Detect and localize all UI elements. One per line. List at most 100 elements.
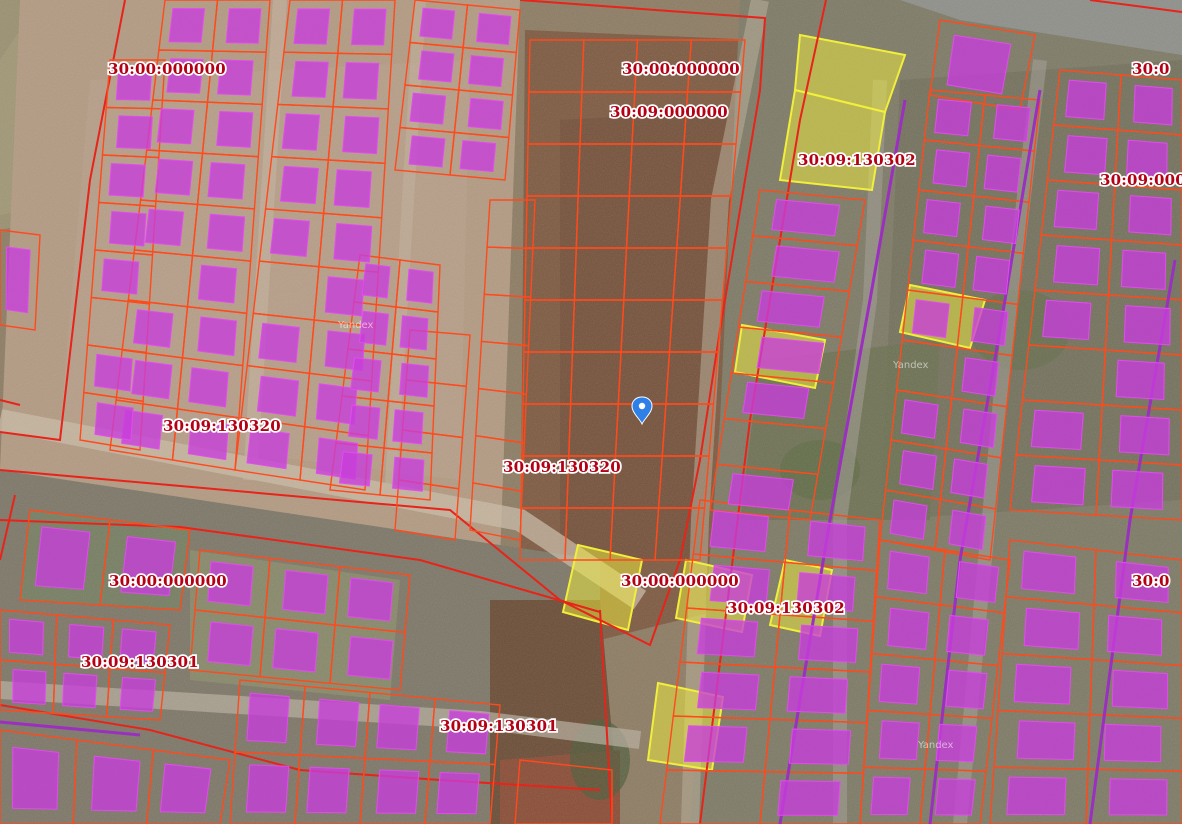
building[interactable]: [338, 451, 373, 487]
building[interactable]: [8, 618, 44, 656]
building[interactable]: [12, 668, 47, 705]
building[interactable]: [108, 162, 146, 198]
building[interactable]: [347, 636, 394, 680]
building[interactable]: [798, 624, 859, 664]
building[interactable]: [409, 92, 447, 125]
building[interactable]: [1128, 195, 1172, 236]
cadastral-label[interactable]: 30:00:000000: [620, 58, 741, 80]
building[interactable]: [108, 210, 147, 247]
building[interactable]: [154, 158, 194, 196]
building[interactable]: [34, 526, 91, 590]
building[interactable]: [418, 50, 455, 83]
building[interactable]: [900, 399, 939, 439]
building[interactable]: [408, 135, 446, 168]
building[interactable]: [1006, 776, 1067, 816]
building[interactable]: [970, 307, 1009, 347]
building[interactable]: [272, 628, 319, 673]
building[interactable]: [788, 728, 852, 765]
building[interactable]: [207, 162, 246, 200]
building[interactable]: [350, 357, 382, 393]
cadastral-map[interactable]: 30:00:000000 30:00:000000 30:09:000000 3…: [0, 0, 1182, 824]
cadastral-label[interactable]: 30:09:130301: [438, 715, 559, 737]
building[interactable]: [1016, 720, 1076, 761]
building[interactable]: [5, 246, 31, 314]
building[interactable]: [807, 520, 866, 562]
building[interactable]: [683, 725, 748, 763]
building[interactable]: [468, 55, 504, 88]
building[interactable]: [436, 771, 480, 815]
building[interactable]: [899, 450, 937, 490]
building[interactable]: [1115, 359, 1165, 401]
building[interactable]: [246, 692, 290, 744]
building[interactable]: [1118, 415, 1170, 456]
building[interactable]: [955, 561, 1000, 604]
building[interactable]: [281, 113, 321, 151]
building[interactable]: [1021, 550, 1077, 595]
building[interactable]: [406, 268, 434, 304]
building[interactable]: [376, 704, 420, 751]
building[interactable]: [225, 8, 262, 44]
building[interactable]: [1042, 299, 1092, 341]
building[interactable]: [742, 381, 810, 420]
building[interactable]: [392, 456, 425, 492]
building[interactable]: [950, 458, 989, 499]
building[interactable]: [207, 621, 254, 667]
building[interactable]: [93, 353, 133, 392]
building[interactable]: [948, 509, 987, 551]
building[interactable]: [347, 404, 381, 440]
building[interactable]: [1111, 669, 1169, 710]
building[interactable]: [282, 569, 329, 615]
building[interactable]: [197, 316, 238, 357]
building[interactable]: [1103, 723, 1162, 763]
building[interactable]: [168, 7, 206, 43]
building[interactable]: [878, 663, 921, 705]
building[interactable]: [1030, 409, 1084, 451]
cadastral-label[interactable]: 30:0: [1130, 570, 1171, 592]
building[interactable]: [1065, 79, 1107, 121]
building[interactable]: [1031, 465, 1086, 506]
building[interactable]: [777, 780, 841, 816]
building[interactable]: [727, 473, 794, 511]
building[interactable]: [1133, 84, 1173, 126]
building[interactable]: [333, 169, 372, 209]
cadastral-label[interactable]: 30:09:000000: [608, 101, 729, 123]
building[interactable]: [756, 290, 825, 328]
building[interactable]: [1123, 305, 1171, 346]
building[interactable]: [476, 12, 512, 46]
building[interactable]: [101, 258, 140, 295]
building[interactable]: [279, 165, 319, 205]
building[interactable]: [131, 359, 173, 400]
building[interactable]: [94, 402, 134, 441]
building[interactable]: [245, 764, 290, 813]
building[interactable]: [206, 213, 246, 252]
building[interactable]: [1110, 469, 1164, 511]
building[interactable]: [156, 108, 195, 145]
building[interactable]: [324, 276, 365, 317]
building[interactable]: [467, 97, 504, 131]
building[interactable]: [993, 104, 1031, 143]
building[interactable]: [62, 672, 98, 709]
building[interactable]: [375, 769, 420, 814]
building[interactable]: [946, 614, 989, 656]
building[interactable]: [459, 140, 497, 173]
building[interactable]: [959, 408, 998, 449]
building[interactable]: [132, 309, 174, 348]
building[interactable]: [269, 218, 310, 257]
cadastral-label[interactable]: 30:00:000000: [107, 570, 228, 592]
building[interactable]: [361, 263, 391, 299]
building[interactable]: [350, 8, 387, 46]
building[interactable]: [116, 115, 153, 150]
building[interactable]: [159, 763, 212, 814]
building[interactable]: [119, 676, 156, 712]
building[interactable]: [392, 409, 424, 445]
cadastral-label[interactable]: 30:09:130302: [796, 149, 917, 171]
cadastral-label[interactable]: 30:0: [1130, 58, 1171, 80]
building[interactable]: [756, 336, 825, 375]
building[interactable]: [786, 676, 849, 714]
building[interactable]: [1120, 249, 1167, 291]
cadastral-label[interactable]: 30:09:130301: [79, 651, 200, 673]
cadastral-label[interactable]: 30:09:130320: [161, 415, 282, 437]
building[interactable]: [1064, 135, 1108, 176]
building[interactable]: [306, 766, 350, 814]
cadastral-label[interactable]: 30:00:000000: [619, 570, 740, 592]
